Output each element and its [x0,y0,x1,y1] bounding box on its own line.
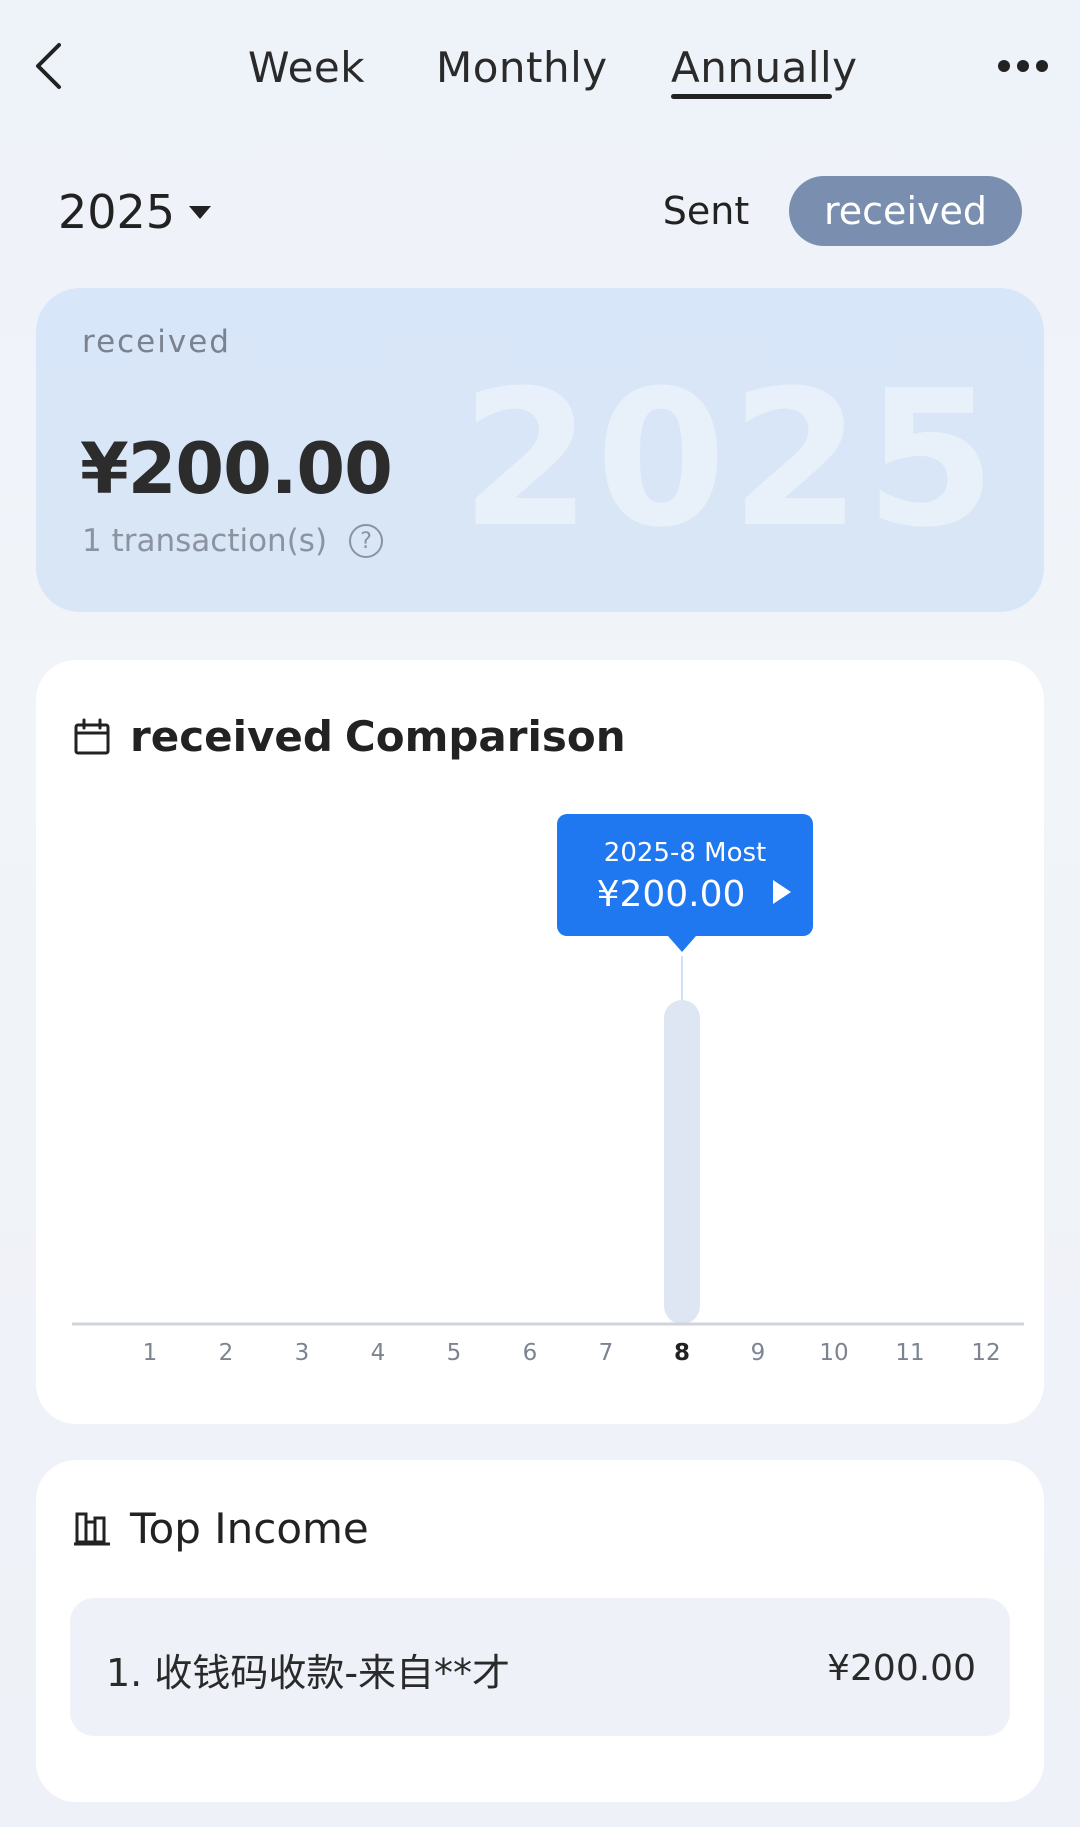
active-tab-indicator [671,94,832,99]
x-tick-label-4: 4 [371,1340,386,1366]
top-income-title: Top Income [130,1504,369,1553]
chevron-left-icon [36,43,61,89]
more-button[interactable] [998,48,1048,84]
toggle-received-button[interactable]: received [789,176,1022,246]
summary-amount: ¥200.00 [80,428,393,510]
transaction-count-text: 1 transaction(s) [82,523,328,559]
x-tick-label-1: 1 [143,1340,158,1366]
income-item-amount: ¥200.00 [827,1648,976,1689]
comparison-chart: 1 2 3 4 5 6 7 8 9 10 11 122025-8 Most¥200.00 [72,814,1024,1366]
bar-chart-icon [72,1509,112,1549]
caret-down-icon [189,205,212,219]
x-tick-label-7: 7 [599,1340,614,1366]
top-income-header: Top Income [72,1504,369,1553]
summary-card: 2025 received ¥200.00 1 transaction(s) ? [36,288,1044,612]
year-value: 2025 [58,185,176,239]
summary-label: received [82,324,231,360]
year-watermark: 2025 [460,350,1000,569]
x-tick-label-8: 8 [674,1340,690,1366]
x-tick-label-9: 9 [751,1340,766,1366]
tab-week[interactable]: Week [248,38,365,98]
x-tick-label-6: 6 [523,1340,538,1366]
chart-tooltip-pointer [668,936,696,952]
back-button[interactable] [26,38,70,94]
x-tick-label-2: 2 [219,1340,234,1366]
top-income-card: Top Income 1. 收钱码收款-来自**才 ¥200.00 [36,1460,1044,1802]
tooltip-label: 2025-8 Most [604,838,766,868]
x-tick-label-10: 10 [819,1340,848,1366]
x-tick-label-11: 11 [895,1340,924,1366]
toggle-sent-button[interactable]: Sent [652,176,760,246]
tab-annually[interactable]: Annually [671,38,858,98]
year-selector[interactable]: 2025 [58,182,212,242]
tooltip-value: ¥200.00 [597,874,746,915]
top-navigation: Week Monthly Annually [0,0,1080,140]
x-tick-label-5: 5 [447,1340,462,1366]
tab-monthly[interactable]: Monthly [436,38,608,98]
help-icon[interactable]: ? [349,524,384,558]
more-dots-icon [1036,60,1048,72]
more-dots-icon [1017,60,1029,72]
x-tick-label-3: 3 [295,1340,310,1366]
chart-bar-8 [664,1000,700,1324]
comparison-card: received Comparison 1 2 3 4 5 6 7 8 9 10 11 12 2025-… [36,660,1044,1424]
income-item-name: 1. 收钱码收款-来自**才 [106,1651,511,1695]
transaction-count: 1 transaction(s) ? [82,523,384,559]
more-dots-icon [998,60,1010,72]
x-tick-label-12: 12 [971,1340,1000,1366]
income-list-item[interactable]: 1. 收钱码收款-来自**才 ¥200.00 [70,1598,1010,1736]
